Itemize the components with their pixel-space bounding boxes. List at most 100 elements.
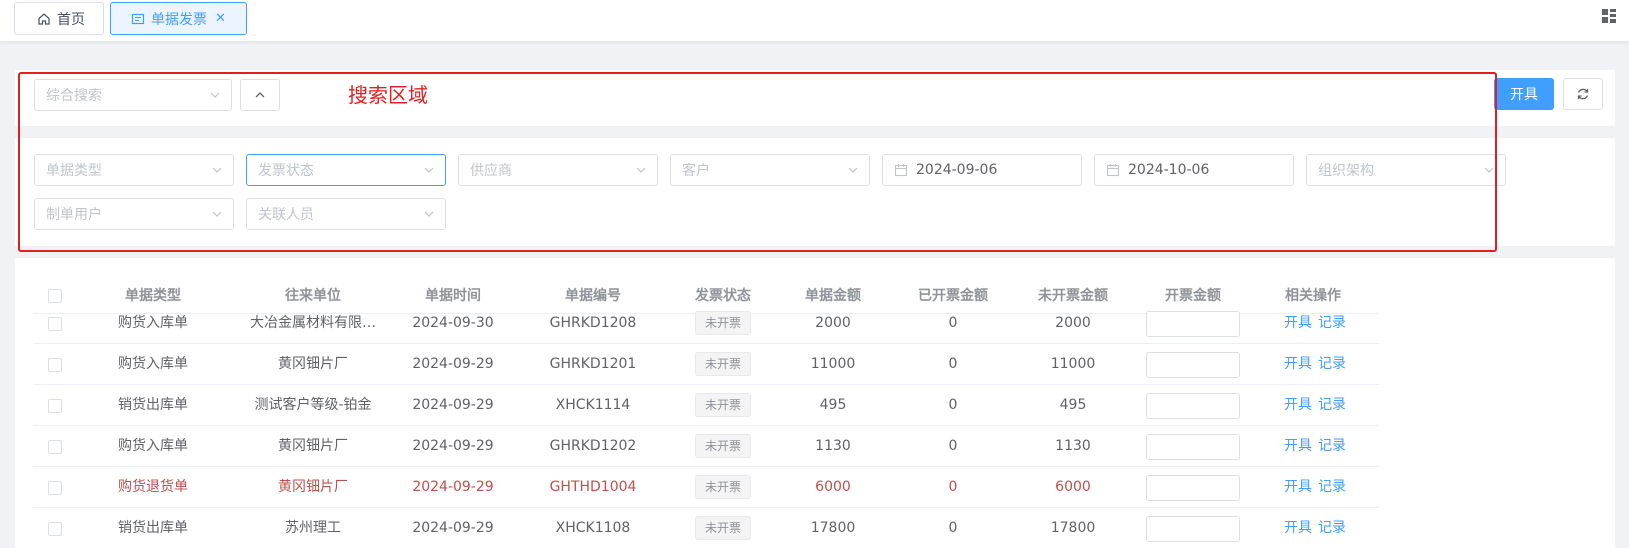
refresh-button[interactable] (1563, 78, 1603, 110)
cell-uninvoiced: 11000 (1050, 356, 1096, 372)
record-link[interactable]: 记录 (1318, 303, 1346, 344)
status-badge: 未开票 (695, 475, 751, 499)
cell-no: XHCK1114 (555, 397, 631, 413)
col-header-invoice-amount: 开票金额 (1165, 288, 1221, 304)
calendar-icon (894, 163, 908, 177)
search-area-annotation-label: 搜索区域 (348, 83, 428, 107)
tab-home[interactable]: 首页 (14, 2, 104, 35)
invoice-amount-input[interactable] (1146, 393, 1240, 419)
cell-invoiced: 0 (948, 438, 958, 454)
cell-type: 购货退货单 (118, 479, 188, 495)
close-icon[interactable]: ✕ (215, 11, 226, 26)
cell-uninvoiced: 1130 (1055, 438, 1091, 454)
cell-date: 2024-09-29 (412, 397, 494, 413)
record-link[interactable]: 记录 (1318, 385, 1346, 426)
cell-no: XHCK1108 (555, 520, 631, 536)
row-checkbox[interactable] (48, 358, 62, 372)
cell-invoiced: 0 (948, 520, 958, 536)
cell-invoiced: 0 (948, 397, 958, 413)
tab-invoice-label: 单据发票 (151, 11, 207, 28)
invoice-status-select[interactable]: 发票状态 (246, 154, 446, 186)
cell-type: 销货出库单 (118, 520, 188, 536)
cell-amount: 495 (819, 397, 847, 413)
creator-select[interactable]: 制单用户 (34, 198, 234, 230)
cell-date: 2024-09-29 (412, 356, 494, 372)
start-date-value: 2024-09-06 (916, 162, 998, 178)
col-header-actions: 相关操作 (1285, 288, 1341, 304)
status-badge: 未开票 (695, 434, 751, 458)
cell-date: 2024-09-29 (412, 438, 494, 454)
invoice-amount-input[interactable] (1146, 434, 1240, 460)
general-search-select[interactable]: 综合搜索 (34, 79, 232, 111)
invoice-amount-input[interactable] (1146, 475, 1240, 501)
cell-no: GHRKD1208 (549, 315, 637, 331)
issue-button[interactable]: 开具 (1494, 78, 1554, 110)
supplier-select[interactable]: 供应商 (458, 154, 658, 186)
cell-invoiced: 0 (948, 315, 958, 331)
row-checkbox[interactable] (48, 440, 62, 454)
cell-date: 2024-09-30 (412, 315, 494, 331)
tab-invoice[interactable]: 单据发票 ✕ (110, 2, 247, 35)
status-badge: 未开票 (695, 393, 751, 417)
cell-amount: 1130 (815, 438, 851, 454)
related-person-placeholder: 关联人员 (258, 207, 314, 223)
row-checkbox[interactable] (48, 317, 62, 331)
issue-link[interactable]: 开具 (1284, 303, 1312, 344)
refresh-icon (1577, 88, 1589, 100)
record-link[interactable]: 记录 (1318, 508, 1346, 548)
cell-invoiced: 0 (948, 479, 958, 495)
cell-invoiced: 0 (948, 356, 958, 372)
issue-link[interactable]: 开具 (1284, 344, 1312, 385)
related-person-select[interactable]: 关联人员 (246, 198, 446, 230)
org-select[interactable]: 组织架构 (1306, 154, 1506, 186)
end-date-value: 2024-10-06 (1128, 162, 1210, 178)
invoice-amount-input[interactable] (1146, 311, 1240, 337)
creator-placeholder: 制单用户 (46, 207, 102, 223)
cell-amount: 17800 (810, 520, 856, 536)
issue-link[interactable]: 开具 (1284, 467, 1312, 508)
invoice-amount-input[interactable] (1146, 516, 1240, 542)
start-date-picker[interactable]: 2024-09-06 (882, 154, 1082, 186)
invoice-amount-input[interactable] (1146, 352, 1240, 378)
record-link[interactable]: 记录 (1318, 426, 1346, 467)
chevron-up-icon (255, 92, 265, 98)
cell-uninvoiced: 495 (1059, 397, 1087, 413)
row-checkbox[interactable] (48, 481, 62, 495)
cell-party: 黄冈钿片厂 (278, 479, 348, 495)
row-checkbox[interactable] (48, 399, 62, 413)
end-date-picker[interactable]: 2024-10-06 (1094, 154, 1294, 186)
issue-link[interactable]: 开具 (1284, 426, 1312, 467)
collapse-button[interactable] (240, 79, 280, 111)
customer-select[interactable]: 客户 (670, 154, 870, 186)
cell-party: 测试客户等级-铂金 (254, 397, 372, 413)
cell-type: 购货入库单 (118, 438, 188, 454)
chevron-down-icon (848, 167, 858, 173)
grid-icon[interactable] (1601, 8, 1617, 24)
record-link[interactable]: 记录 (1318, 467, 1346, 508)
doc-type-select[interactable]: 单据类型 (34, 154, 234, 186)
cell-no: GHRKD1201 (549, 356, 637, 372)
tab-bar: 首页 单据发票 ✕ (0, 0, 1629, 42)
cell-no: GHRKD1202 (549, 438, 637, 454)
cell-amount: 6000 (815, 479, 851, 495)
tab-home-label: 首页 (57, 11, 85, 28)
customer-placeholder: 客户 (682, 163, 710, 179)
select-all-checkbox[interactable] (48, 289, 62, 303)
home-icon (37, 12, 51, 26)
row-checkbox[interactable] (48, 522, 62, 536)
chevron-down-icon (210, 92, 220, 98)
record-link[interactable]: 记录 (1318, 344, 1346, 385)
status-badge: 未开票 (695, 516, 751, 540)
cell-uninvoiced: 2000 (1055, 315, 1091, 331)
status-badge: 未开票 (695, 311, 751, 335)
cell-amount: 11000 (810, 356, 856, 372)
cell-type: 销货出库单 (118, 397, 188, 413)
issue-link[interactable]: 开具 (1284, 385, 1312, 426)
cell-no: GHTHD1004 (549, 479, 637, 495)
chevron-down-icon (1484, 167, 1494, 173)
invoice-status-placeholder: 发票状态 (258, 163, 314, 179)
cell-amount: 2000 (815, 315, 851, 331)
org-placeholder: 组织架构 (1318, 163, 1374, 179)
issue-link[interactable]: 开具 (1284, 508, 1312, 548)
cell-type: 购货入库单 (118, 356, 188, 372)
